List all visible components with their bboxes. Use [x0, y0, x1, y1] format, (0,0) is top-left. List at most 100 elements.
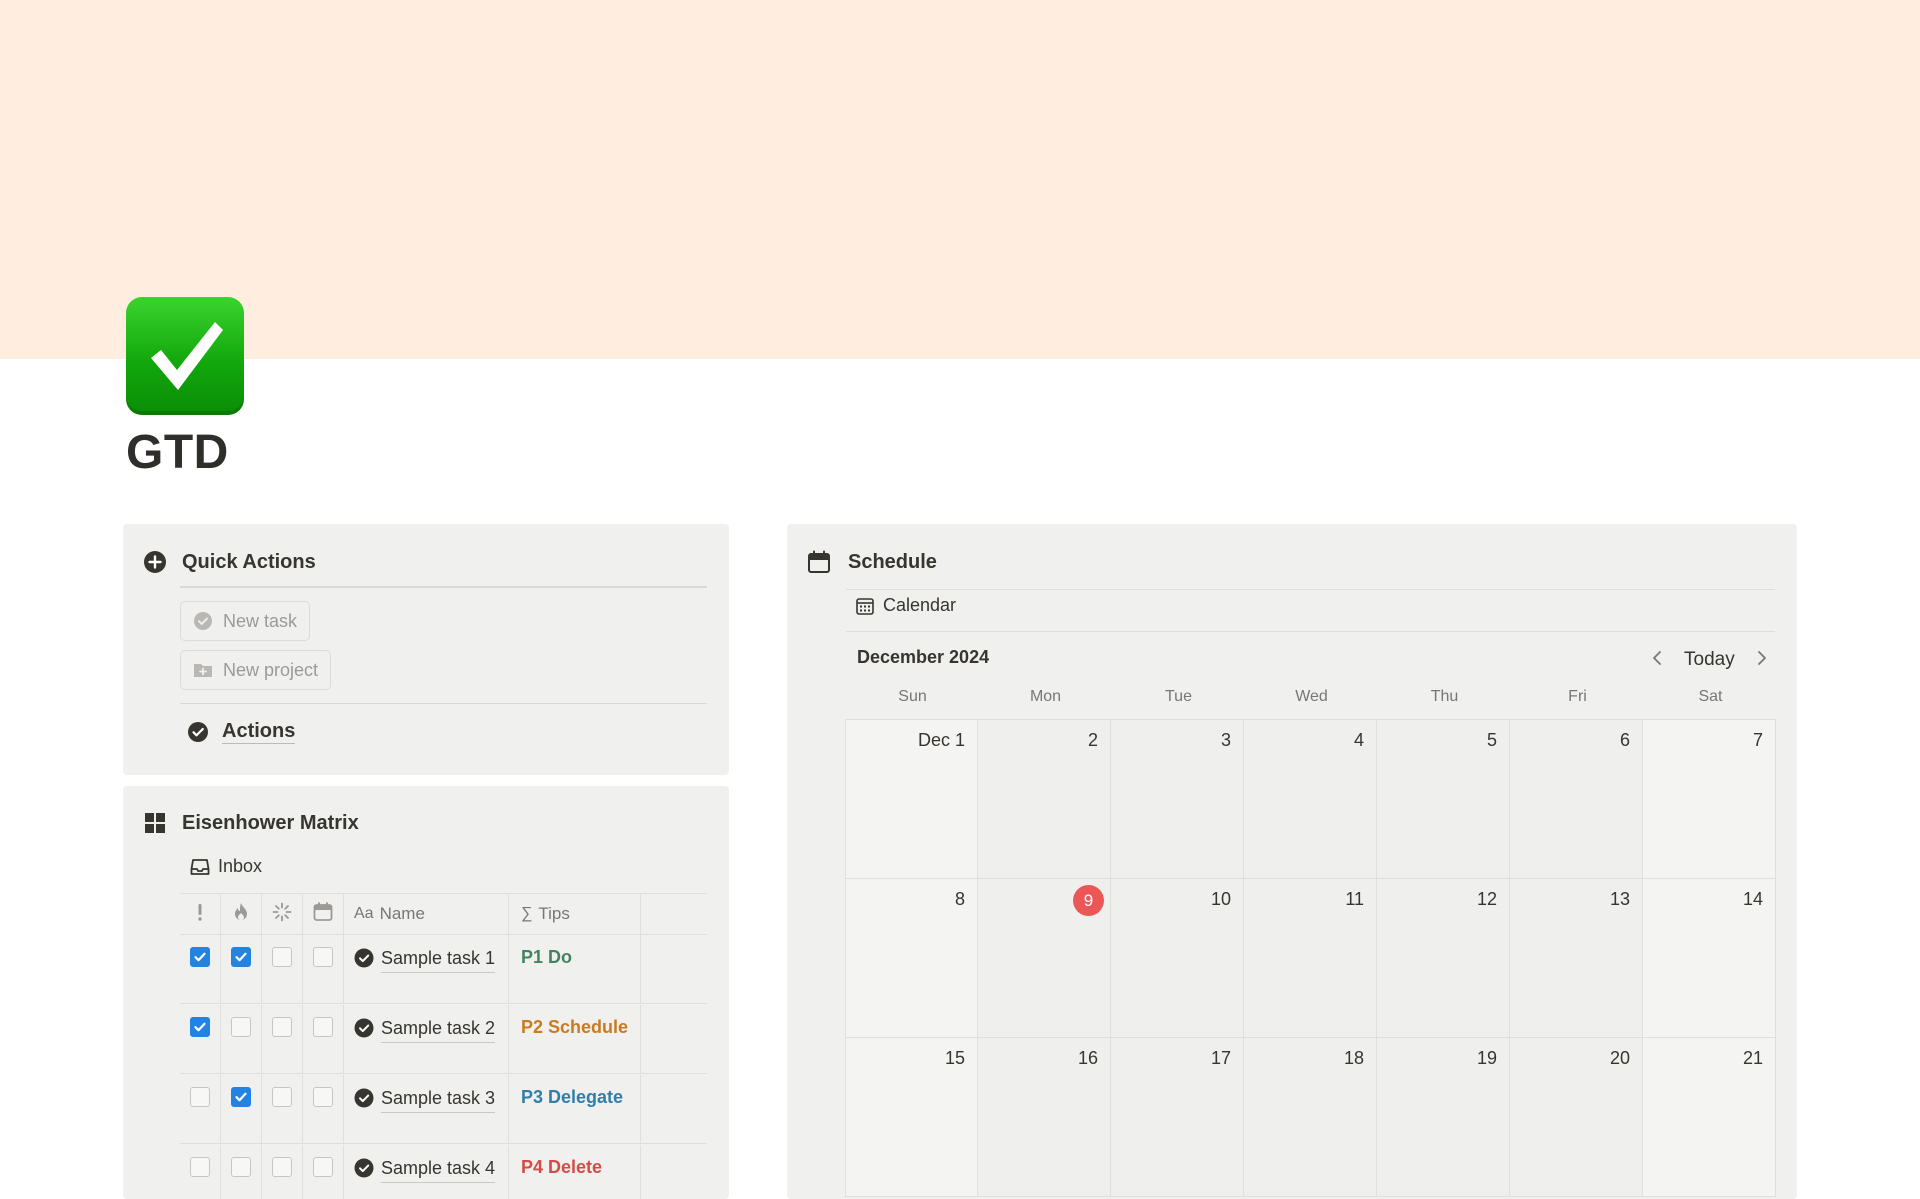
date-checkbox[interactable] — [313, 1087, 333, 1107]
urgent-checkbox[interactable] — [231, 1087, 251, 1107]
table-row[interactable]: Sample task 2 P2 Schedule — [180, 1005, 707, 1074]
in-progress-checkbox[interactable] — [272, 1087, 292, 1107]
calendar-day-cell[interactable]: 7 — [1643, 720, 1776, 879]
check-mark-button-icon[interactable] — [126, 297, 244, 415]
calendar-day-cell[interactable]: 11 — [1244, 879, 1377, 1038]
urgent-checkbox[interactable] — [231, 947, 251, 967]
day-number: 16 — [1077, 1048, 1098, 1068]
check-circle-icon — [193, 611, 213, 631]
in-progress-checkbox[interactable] — [272, 1157, 292, 1177]
name-cell[interactable]: Sample task 4 — [344, 1145, 509, 1199]
day-number: 8 — [954, 889, 965, 909]
name-column-label: Name — [379, 904, 425, 923]
in-progress-checkbox[interactable] — [272, 1017, 292, 1037]
calendar-day-cell[interactable]: 6 — [1510, 720, 1643, 879]
new-task-button[interactable]: New task — [180, 601, 311, 641]
important-checkbox[interactable] — [190, 947, 210, 967]
day-number: 15 — [944, 1048, 965, 1068]
table-row[interactable]: Sample task 3 P3 Delegate — [180, 1075, 707, 1144]
today-button[interactable]: Today — [1684, 649, 1735, 671]
calendar-day-cell[interactable]: Dec 1 — [845, 720, 978, 879]
task-name: Sample task 2 — [381, 1015, 496, 1043]
chevron-left-icon[interactable] — [1650, 647, 1664, 673]
calendar-view-tab[interactable]: Calendar — [855, 595, 956, 616]
task-link[interactable]: Sample task 3 — [354, 1085, 496, 1113]
weekday-label: Sun — [898, 688, 927, 705]
calendar-icon — [313, 901, 333, 927]
task-link[interactable]: Sample task 4 — [354, 1155, 496, 1183]
day-number: 17 — [1210, 1048, 1231, 1068]
day-number: 21 — [1742, 1048, 1763, 1068]
column-header-important[interactable] — [180, 894, 221, 934]
important-checkbox[interactable] — [190, 1087, 210, 1107]
weekday-label: Thu — [1430, 688, 1459, 705]
weekday-label: Mon — [1029, 688, 1062, 705]
column-header-in-progress[interactable] — [262, 894, 303, 934]
inbox-icon — [190, 857, 210, 877]
important-checkbox[interactable] — [190, 1017, 210, 1037]
empty-cell — [641, 1075, 707, 1143]
divider — [846, 631, 1775, 632]
calendar-day-cell[interactable]: 9 — [978, 879, 1111, 1038]
calendar-day-cell[interactable]: 4 — [1244, 720, 1377, 879]
in-progress-checkbox[interactable] — [272, 947, 292, 967]
calendar-day-cell[interactable]: 16 — [978, 1038, 1111, 1197]
calendar-day-cell[interactable]: 15 — [845, 1038, 978, 1197]
urgent-cell — [221, 1075, 262, 1143]
day-number: 11 — [1345, 889, 1364, 909]
table-row[interactable]: Sample task 4 P4 Delete — [180, 1145, 707, 1199]
calendar-day-cell[interactable]: 20 — [1510, 1038, 1643, 1197]
actions-label: Actions — [222, 720, 296, 744]
inbox-view-tab[interactable]: Inbox — [190, 856, 262, 877]
new-task-label: New task — [223, 610, 298, 631]
name-cell[interactable]: Sample task 1 — [344, 935, 509, 1003]
priority-tip: P1 Do — [521, 947, 573, 967]
divider — [180, 703, 707, 704]
urgent-cell — [221, 935, 262, 1003]
column-header-tips[interactable]: ∑ Tips — [509, 894, 641, 934]
table-row[interactable]: Sample task 1 P1 Do — [180, 935, 707, 1004]
column-header-name[interactable]: Aa Name — [344, 894, 509, 934]
calendar-day-cell[interactable]: 5 — [1377, 720, 1510, 879]
urgent-checkbox[interactable] — [231, 1157, 251, 1177]
task-link[interactable]: Sample task 2 — [354, 1015, 496, 1043]
calendar-day-cell[interactable]: 10 — [1111, 879, 1244, 1038]
new-project-button[interactable]: New project — [180, 650, 332, 690]
in-progress-cell — [262, 1145, 303, 1199]
urgent-checkbox[interactable] — [231, 1017, 251, 1037]
calendar-day-cell[interactable]: 21 — [1643, 1038, 1776, 1197]
calendar-day-cell[interactable]: 17 — [1111, 1038, 1244, 1197]
column-header-urgent[interactable] — [221, 894, 262, 934]
empty-cell — [641, 1145, 707, 1199]
date-checkbox[interactable] — [313, 947, 333, 967]
tips-cell: P3 Delegate — [509, 1075, 641, 1143]
column-header-date[interactable] — [303, 894, 344, 934]
important-cell — [180, 935, 221, 1003]
chevron-right-icon[interactable] — [1755, 647, 1769, 673]
check-circle-icon — [354, 1018, 374, 1038]
name-cell[interactable]: Sample task 2 — [344, 1005, 509, 1073]
important-cell — [180, 1075, 221, 1143]
date-checkbox[interactable] — [313, 1157, 333, 1177]
formula-icon: ∑ — [521, 905, 533, 922]
calendar-day-cell[interactable]: 14 — [1643, 879, 1776, 1038]
task-link[interactable]: Sample task 1 — [354, 945, 496, 973]
name-cell[interactable]: Sample task 3 — [344, 1075, 509, 1143]
calendar-day-cell[interactable]: 19 — [1377, 1038, 1510, 1197]
actions-link[interactable]: Actions — [186, 720, 296, 744]
urgent-cell — [221, 1005, 262, 1073]
calendar-day-cell[interactable]: 8 — [845, 879, 978, 1038]
day-number: 7 — [1752, 730, 1763, 750]
calendar-day-cell[interactable]: 18 — [1244, 1038, 1377, 1197]
plus-circle-icon — [143, 550, 167, 574]
calendar-day-cell[interactable]: 3 — [1111, 720, 1244, 879]
calendar-day-cell[interactable]: 2 — [978, 720, 1111, 879]
calendar-day-cell[interactable]: 12 — [1377, 879, 1510, 1038]
check-circle-icon — [354, 948, 374, 968]
calendar-day-cell[interactable]: 13 — [1510, 879, 1643, 1038]
day-number: 14 — [1742, 889, 1763, 909]
day-number: Dec 1 — [917, 730, 965, 750]
text-type-icon: Aa — [354, 905, 374, 922]
important-checkbox[interactable] — [190, 1157, 210, 1177]
date-checkbox[interactable] — [313, 1017, 333, 1037]
